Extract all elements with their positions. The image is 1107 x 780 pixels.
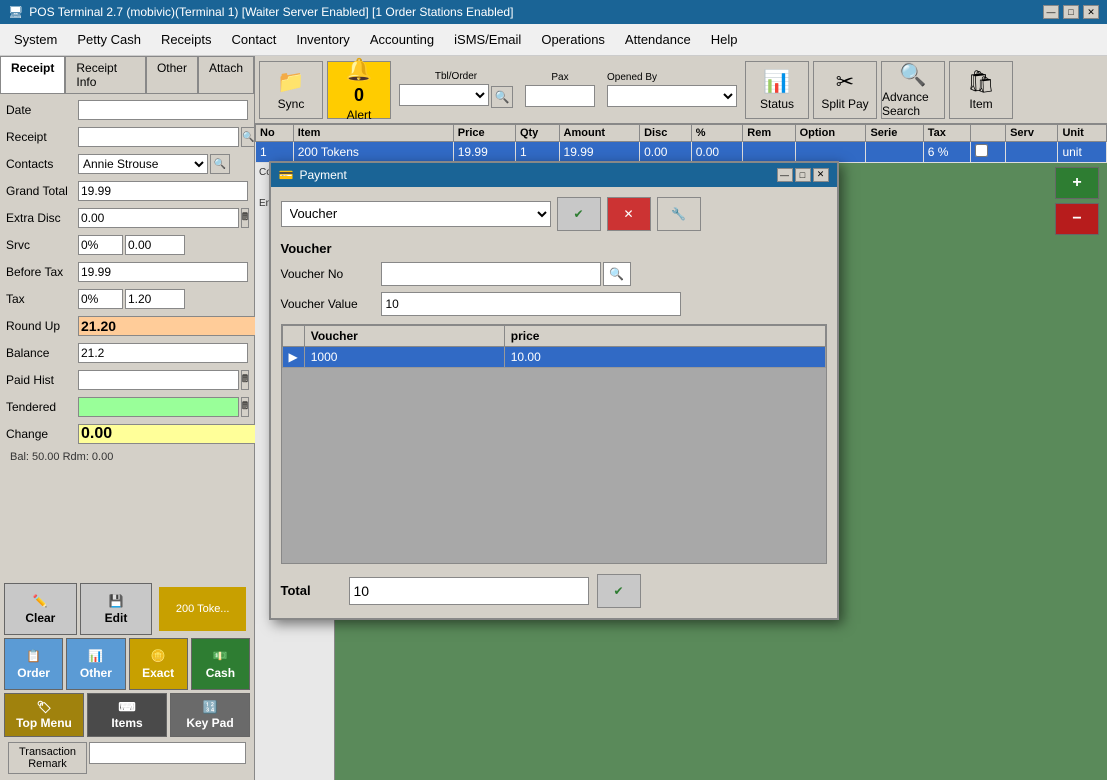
voucher-no-input[interactable] bbox=[381, 262, 601, 286]
settings-wrench-icon: 🔧 bbox=[671, 207, 686, 221]
voucher-search-btn[interactable]: 🔍 bbox=[603, 262, 631, 286]
dialog-body: Voucher Cash Credit Card Cheque Bank Tra… bbox=[271, 187, 837, 618]
voucher-row-indicator: ▶ bbox=[282, 346, 304, 367]
dialog-title-icon: 💳 bbox=[279, 168, 294, 182]
total-ok-btn[interactable]: ✔ bbox=[597, 574, 641, 608]
dialog-minimize-btn[interactable]: — bbox=[777, 168, 793, 182]
dialog-title: Payment bbox=[299, 168, 346, 182]
dialog-cancel-btn[interactable]: ✕ bbox=[607, 197, 651, 231]
payment-dialog: 💳 Payment — □ ✕ Voucher Cash Credit Card… bbox=[269, 161, 839, 620]
dialog-title-bar: 💳 Payment — □ ✕ bbox=[271, 163, 837, 187]
voucher-row-name: 1000 bbox=[304, 346, 504, 367]
voucher-section-title: Voucher bbox=[281, 241, 827, 256]
total-label: Total bbox=[281, 583, 341, 598]
voucher-value-row: Voucher Value bbox=[281, 292, 827, 316]
dialog-ok-btn[interactable]: ✔ bbox=[557, 197, 601, 231]
payment-type-select[interactable]: Voucher Cash Credit Card Cheque Bank Tra… bbox=[281, 201, 551, 227]
voucher-table: Voucher price ▶ 1000 10.00 bbox=[282, 325, 826, 368]
dialog-overlay: 💳 Payment — □ ✕ Voucher Cash Credit Card… bbox=[0, 0, 1107, 780]
voucher-table-header: Voucher price bbox=[282, 325, 825, 346]
ok-checkmark-icon: ✔ bbox=[573, 207, 583, 221]
cancel-x-icon: ✕ bbox=[623, 207, 633, 221]
voucher-no-row: Voucher No 🔍 bbox=[281, 262, 827, 286]
total-row: Total ✔ bbox=[281, 574, 827, 608]
voucher-table-area: Voucher price ▶ 1000 10.00 bbox=[281, 324, 827, 564]
dialog-maximize-btn[interactable]: □ bbox=[795, 168, 811, 182]
voucher-col-indicator bbox=[282, 325, 304, 346]
voucher-col-voucher: Voucher bbox=[304, 325, 504, 346]
voucher-no-label: Voucher No bbox=[281, 267, 381, 281]
dialog-top-row: Voucher Cash Credit Card Cheque Bank Tra… bbox=[281, 197, 827, 231]
voucher-value-input[interactable] bbox=[381, 292, 681, 316]
total-input[interactable] bbox=[349, 577, 589, 605]
voucher-row-price: 10.00 bbox=[504, 346, 825, 367]
total-ok-check-icon: ✔ bbox=[613, 584, 623, 598]
dialog-settings-btn[interactable]: 🔧 bbox=[657, 197, 701, 231]
voucher-value-label: Voucher Value bbox=[281, 297, 381, 311]
voucher-table-row[interactable]: ▶ 1000 10.00 bbox=[282, 346, 825, 367]
dialog-title-btns[interactable]: — □ ✕ bbox=[777, 168, 829, 182]
voucher-section: Voucher Voucher No 🔍 Voucher Value bbox=[281, 241, 827, 316]
voucher-col-price: price bbox=[504, 325, 825, 346]
dialog-close-btn[interactable]: ✕ bbox=[813, 168, 829, 182]
